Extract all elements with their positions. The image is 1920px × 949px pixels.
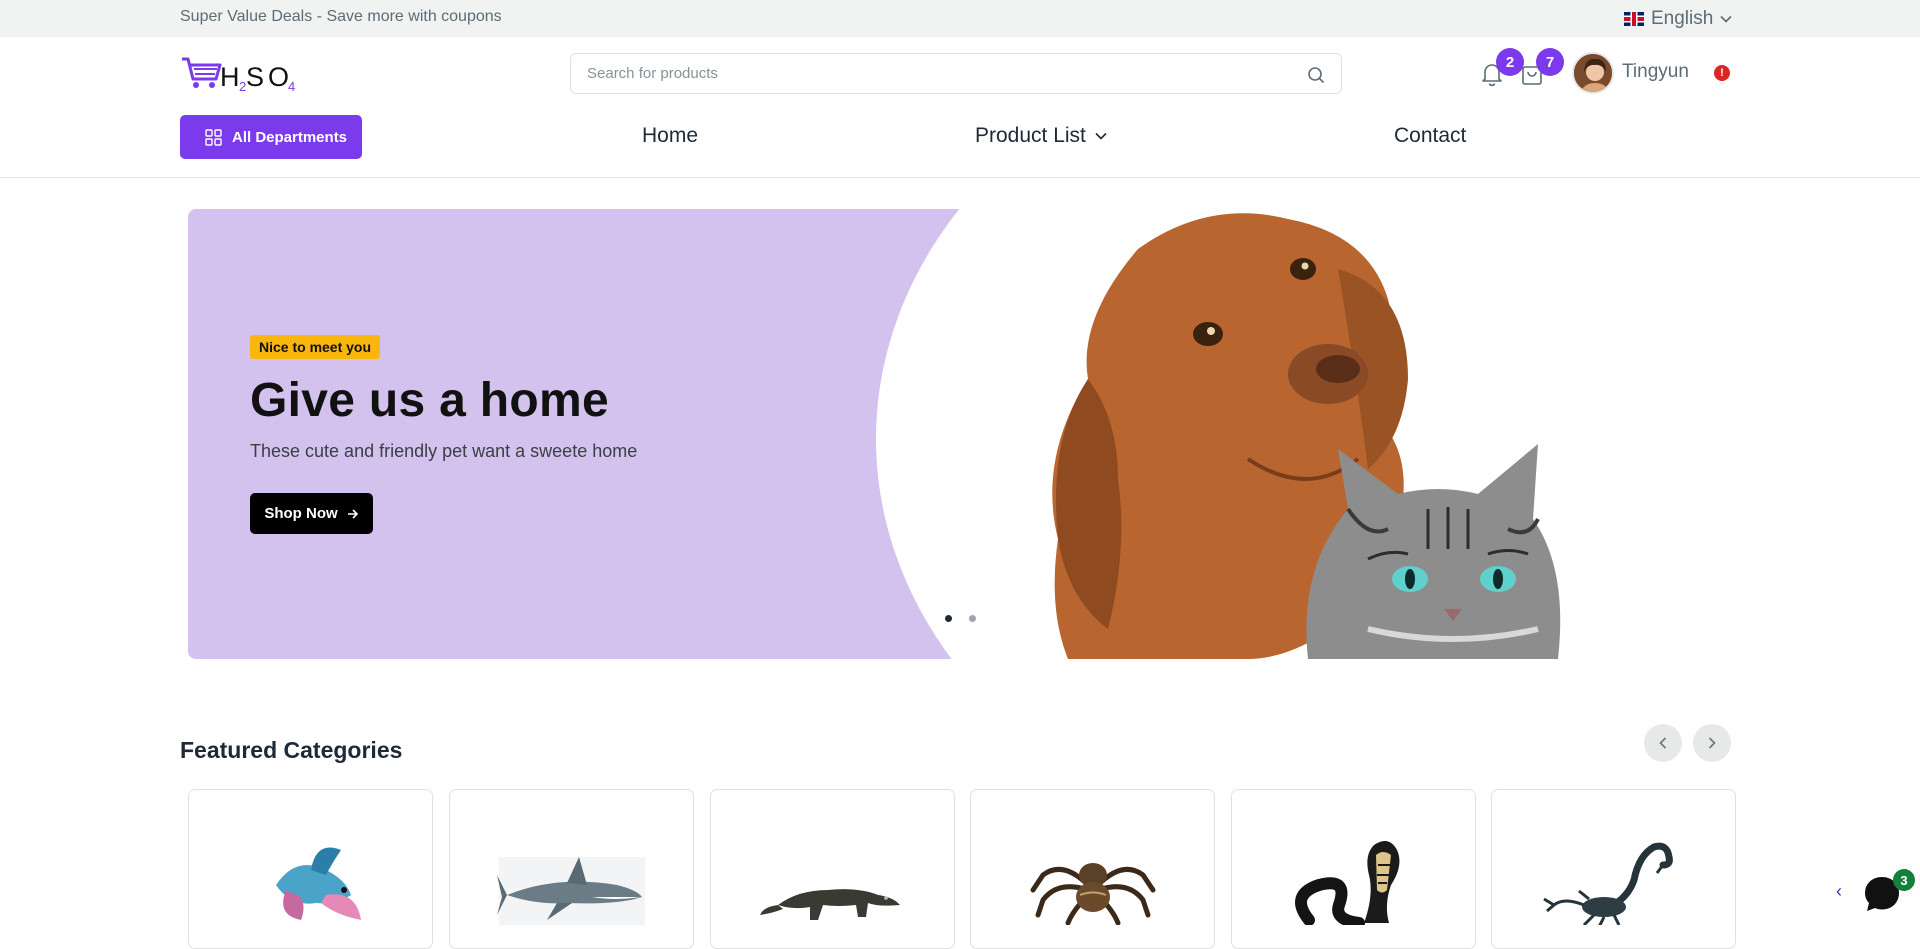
- search-icon[interactable]: [1307, 66, 1325, 84]
- scorpion-icon: [1542, 842, 1673, 925]
- chat-unread-badge: 3: [1893, 869, 1915, 891]
- alert-icon[interactable]: !: [1714, 65, 1730, 81]
- nav-item-label: Home: [642, 124, 699, 147]
- carousel-prev-button[interactable]: [1644, 724, 1682, 762]
- nav-item-label: Contact: [1394, 124, 1467, 147]
- side-panel-toggle-icon[interactable]: ‹: [1836, 881, 1842, 902]
- nav-item-label: Product List: [975, 124, 1086, 147]
- featured-categories-title: Featured Categories: [180, 737, 403, 763]
- avatar-photo: [1574, 54, 1612, 92]
- svg-text:S: S: [246, 62, 264, 92]
- category-card-shark[interactable]: [449, 789, 694, 949]
- slide-dot-2[interactable]: [969, 615, 976, 622]
- hero-banner: [188, 209, 1741, 659]
- tarantula-icon: [1030, 863, 1155, 925]
- user-name[interactable]: Tingyun: [1622, 61, 1689, 83]
- language-label: English: [1651, 8, 1714, 29]
- language-selector[interactable]: English: [1624, 8, 1732, 30]
- top-bar: Super Value Deals - Save more with coupo…: [0, 0, 1920, 37]
- category-card-cobra[interactable]: [1231, 789, 1476, 949]
- uk-flag-icon: [1624, 12, 1644, 26]
- chevron-left-icon: [1659, 737, 1667, 749]
- deal-banner-text: Super Value Deals - Save more with coupo…: [180, 8, 502, 25]
- dog-and-cat-image: [1052, 213, 1561, 659]
- hero-subtitle: These cute and friendly pet want a sweet…: [250, 441, 638, 461]
- hero-title: Give us a home: [250, 374, 609, 427]
- svg-text:4: 4: [288, 79, 295, 93]
- category-card-scorpion[interactable]: [1491, 789, 1736, 949]
- site-logo[interactable]: H 2 S O 4: [180, 55, 300, 94]
- betta-fish-icon: [275, 847, 361, 920]
- komodo-dragon-icon: [759, 889, 900, 920]
- cart-logo-icon: H 2 S O 4: [182, 57, 295, 94]
- chevron-right-icon: [1708, 737, 1716, 749]
- svg-text:H: H: [220, 62, 240, 92]
- all-departments-button[interactable]: All Departments: [180, 115, 362, 159]
- user-avatar[interactable]: [1572, 52, 1614, 94]
- category-card-betta-fish[interactable]: [188, 789, 433, 949]
- all-departments-label: All Departments: [232, 128, 348, 146]
- cobra-icon: [1294, 841, 1399, 925]
- nav-item-home[interactable]: Home: [642, 124, 698, 148]
- hero-tag: Nice to meet you: [250, 335, 381, 359]
- shark-icon: [496, 857, 645, 925]
- chevron-down-icon: [1095, 132, 1107, 140]
- grid-icon: [205, 128, 222, 146]
- shop-now-button[interactable]: Shop Now: [250, 493, 373, 534]
- category-card-tarantula[interactable]: [970, 789, 1215, 949]
- search-input[interactable]: [571, 54, 1271, 93]
- shop-now-label: Shop Now: [264, 505, 338, 522]
- carousel-next-button[interactable]: [1693, 724, 1731, 762]
- chevron-down-icon: [1720, 15, 1732, 23]
- arrow-right-icon: [347, 508, 358, 519]
- nav-item-product-list[interactable]: Product List: [975, 124, 1107, 148]
- svg-text:O: O: [268, 62, 289, 92]
- search-box: [570, 53, 1342, 94]
- nav-item-contact[interactable]: Contact: [1394, 124, 1466, 148]
- header-divider: [0, 177, 1920, 178]
- category-card-komodo-dragon[interactable]: [710, 789, 955, 949]
- slide-dot-1[interactable]: [945, 615, 952, 622]
- cart-count-badge: 7: [1536, 48, 1564, 76]
